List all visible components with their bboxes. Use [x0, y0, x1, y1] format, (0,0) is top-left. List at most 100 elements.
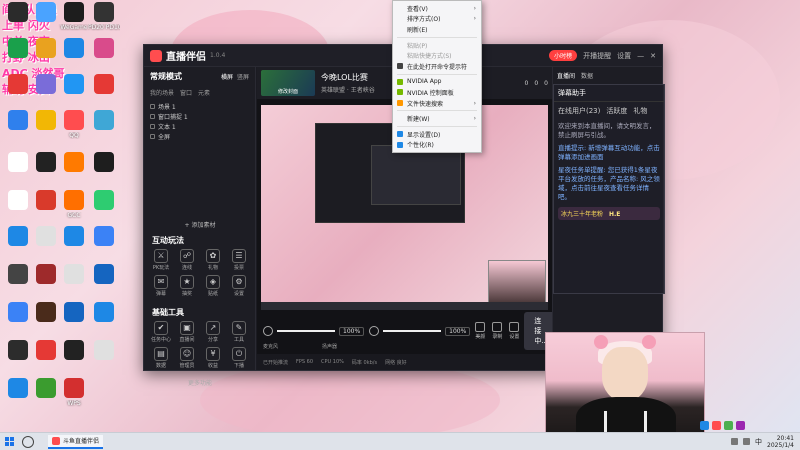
desktop-icon[interactable] [88, 190, 120, 212]
room-category[interactable]: 英雄联盟 · 王者峡谷 [321, 85, 375, 94]
tool-button[interactable]: ⚔ PK玩法 [150, 249, 172, 271]
checkbox-icon[interactable] [150, 123, 155, 129]
tool-button[interactable]: ◈ 贴纸 [202, 275, 224, 297]
rank-pill[interactable]: 小时榜 [549, 50, 578, 61]
desktop-icon[interactable]: GCC [58, 190, 90, 219]
context-menu-item[interactable]: NVIDIA App [393, 77, 481, 88]
add-material-button[interactable]: + 添加素材 [144, 220, 256, 229]
preview-settings-button[interactable]: 设置 [509, 322, 519, 340]
taskbar-app-live-companion[interactable]: 斗鱼直播伴侣 [48, 434, 104, 449]
cover-thumbnail[interactable]: 修改封面 [261, 70, 315, 96]
input-method-indicator[interactable]: 中 [755, 437, 762, 447]
tool-button[interactable]: ✎ 工具 [228, 321, 250, 343]
settings-button[interactable]: 设置 [617, 51, 631, 61]
barrage-assistant-panel[interactable]: 弹幕助手 在线用户(23) 活跃度 礼物 欢迎来到本直播间，请文明发言，禁止刷屏… [553, 84, 665, 294]
clock[interactable]: 20:41 2025/1/4 [767, 435, 794, 449]
checkbox-icon[interactable] [150, 113, 155, 119]
tab-portrait[interactable]: 竖屏 [237, 72, 249, 81]
scene-item[interactable]: 全屏 [150, 131, 249, 141]
context-menu-item[interactable]: 文件快速搜索 › [393, 98, 481, 109]
tray-app-icon[interactable] [700, 421, 709, 430]
tool-button[interactable]: ✉ 弹幕 [150, 275, 172, 297]
desktop-icon[interactable] [88, 264, 120, 286]
tool-button[interactable]: ★ 抽奖 [176, 275, 198, 297]
beauty-button[interactable]: 美颜 [475, 322, 485, 340]
tray-app-icon[interactable] [712, 421, 721, 430]
speaker-volume-slider[interactable] [383, 330, 442, 332]
tab-gifts[interactable]: 礼物 [633, 106, 647, 116]
tool-button[interactable]: ▤ 数据 [150, 347, 172, 369]
desktop-icon[interactable]: PD20 PD10 [88, 2, 120, 31]
mode-title[interactable]: 常规模式 [150, 71, 182, 82]
desktop-icon[interactable] [58, 38, 90, 60]
desktop-icon[interactable] [88, 110, 120, 132]
volume-icon[interactable] [743, 438, 751, 445]
context-menu-item[interactable]: 显示设置(D) [393, 129, 481, 140]
app-icon [36, 110, 56, 130]
context-menu-item[interactable]: 粘贴快捷方式(S) [393, 50, 481, 61]
speaker-icon[interactable] [369, 326, 380, 336]
context-menu-item[interactable]: 粘贴(P) [393, 40, 481, 51]
desktop-icon[interactable] [58, 302, 90, 324]
more-features-button[interactable]: 更多功能 [144, 378, 256, 387]
record-button[interactable]: 录制 [492, 322, 502, 340]
desktop-icon[interactable] [88, 74, 120, 96]
mic-volume-slider[interactable] [277, 330, 335, 332]
tab-activity[interactable]: 活跃度 [606, 106, 627, 116]
checkbox-icon[interactable] [150, 133, 155, 139]
desktop-icon[interactable] [88, 340, 120, 362]
tool-button[interactable]: ▣ 直播间 [176, 321, 198, 343]
tool-button[interactable]: ☺ 管理员 [176, 347, 198, 369]
context-menu-item[interactable]: 个性化(R) [393, 140, 481, 151]
network-icon[interactable] [731, 438, 739, 445]
context-menu-item[interactable]: NVIDIA 控制面板 [393, 87, 481, 98]
close-icon[interactable]: ✕ [650, 52, 656, 60]
desktop-icon[interactable] [58, 226, 90, 248]
tab-online-users[interactable]: 在线用户(23) [558, 106, 600, 116]
scene-tab[interactable]: 窗口 [180, 88, 192, 97]
scene-item[interactable]: 文本 1 [150, 121, 249, 131]
desktop-icon[interactable] [58, 74, 90, 96]
microphone-icon[interactable] [263, 326, 273, 336]
desktop-icon[interactable] [88, 152, 120, 174]
remind-button[interactable]: 开播提醒 [583, 51, 611, 61]
scene-item[interactable]: 窗口捕捉 1 [150, 111, 249, 121]
tray-app-icon[interactable] [736, 421, 745, 430]
tool-button[interactable]: ☍ 连线 [176, 249, 198, 271]
tool-button[interactable]: ✔ 任务中心 [150, 321, 172, 343]
tool-button[interactable]: ✿ 礼物 [202, 249, 224, 271]
desktop-icon[interactable] [88, 302, 120, 324]
checkbox-icon[interactable] [150, 103, 155, 109]
desktop-icon[interactable] [58, 264, 90, 286]
context-menu-item[interactable]: 排序方式(O) › [393, 14, 481, 25]
tray-app-icon[interactable] [724, 421, 733, 430]
desktop-icon[interactable] [58, 152, 90, 174]
desktop-icon[interactable] [88, 226, 120, 248]
search-icon[interactable] [22, 435, 34, 448]
desktop-icon[interactable]: WeGame [58, 2, 90, 31]
context-menu-item[interactable]: 新建(W) › [393, 113, 481, 124]
tool-button[interactable]: ↗ 分享 [202, 321, 224, 343]
tab-data[interactable]: 数据 [581, 71, 593, 80]
start-button[interactable] [0, 433, 18, 450]
context-menu-item[interactable]: 在此处打开命令提示符 [393, 61, 481, 72]
desktop-icon[interactable] [88, 38, 120, 60]
context-menu-item[interactable]: 刷新(E) [393, 24, 481, 35]
scene-tab[interactable]: 元素 [198, 88, 210, 97]
minimize-icon[interactable]: — [637, 52, 644, 60]
tab-landscape[interactable]: 横屏 [221, 72, 233, 81]
tab-live-room[interactable]: 直播间 [557, 71, 575, 80]
context-menu-item[interactable]: 查看(V) › [393, 3, 481, 14]
interact-title: 互动玩法 [152, 236, 184, 245]
tool-button[interactable]: ¥ 收益 [202, 347, 224, 369]
scene-item[interactable]: 场景 1 [150, 101, 249, 111]
desktop-icon[interactable] [58, 340, 90, 362]
scene-tab[interactable]: 我的场景 [150, 88, 174, 97]
tool-button[interactable]: ⚙ 设置 [228, 275, 250, 297]
tool-button[interactable]: ⏻ 下播 [228, 347, 250, 369]
menu-separator [397, 73, 477, 75]
room-title[interactable]: 今晚LOL比赛 [321, 72, 375, 83]
desktop-icon[interactable]: WPS [58, 378, 90, 407]
tool-button[interactable]: ☰ 投票 [228, 249, 250, 271]
desktop-icon[interactable]: QQ [58, 110, 90, 139]
